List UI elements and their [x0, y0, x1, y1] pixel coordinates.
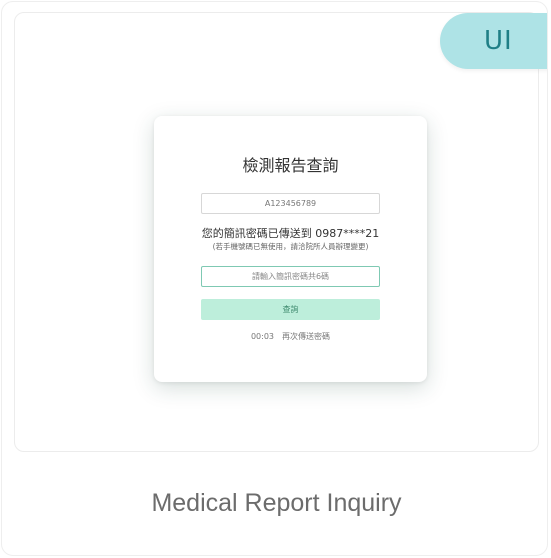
id-number-field[interactable]: A123456789: [201, 193, 380, 214]
preview-frame: 檢測報告查詢 A123456789 您的簡訊密碼已傳送到 0987****21 …: [14, 12, 539, 452]
modal-title: 檢測報告查詢: [242, 156, 339, 175]
sms-note: (若手機號碼已無使用，請洽院所人員辦理變更): [212, 242, 369, 251]
ui-badge-label: UI: [484, 26, 513, 56]
query-button[interactable]: 查詢: [201, 299, 380, 320]
resend-code-link[interactable]: 再次傳送密碼: [282, 332, 330, 341]
sms-sent-message: 您的簡訊密碼已傳送到 0987****21: [201, 227, 380, 240]
sms-code-input[interactable]: 請輸入簡訊密碼共6碼: [201, 266, 380, 287]
ui-badge: UI: [440, 13, 547, 69]
report-inquiry-modal: 檢測報告查詢 A123456789 您的簡訊密碼已傳送到 0987****21 …: [154, 116, 427, 382]
card-caption: Medical Report Inquiry: [151, 489, 402, 517]
countdown-timer: 00:03: [250, 332, 275, 341]
resend-row: 00:03 再次傳送密碼: [154, 332, 427, 342]
template-card[interactable]: 檢測報告查詢 A123456789 您的簡訊密碼已傳送到 0987****21 …: [1, 1, 548, 556]
